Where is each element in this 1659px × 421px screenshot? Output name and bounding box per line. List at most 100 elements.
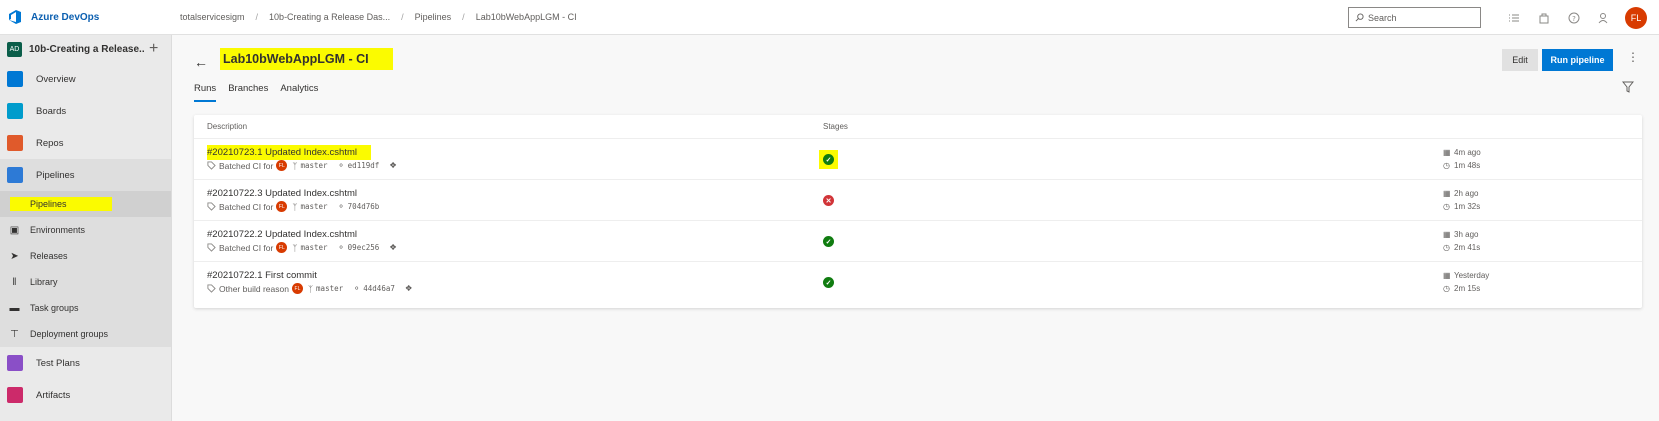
run-title[interactable]: #20210722.1 First commit bbox=[207, 270, 317, 281]
calendar-icon: ▦ bbox=[1443, 271, 1451, 280]
search-input[interactable]: Search bbox=[1348, 7, 1481, 28]
table-row[interactable]: #20210722.2 Updated Index.cshtml Batched… bbox=[194, 221, 1642, 262]
clock-icon: ◷ bbox=[1443, 161, 1450, 170]
breadcrumb-project[interactable]: 10b-Creating a Release Das... bbox=[269, 12, 390, 22]
run-title[interactable]: #20210723.1 Updated Index.cshtml bbox=[207, 145, 371, 160]
commit-hash[interactable]: 44d46a7 bbox=[363, 284, 395, 293]
calendar-icon: ▦ bbox=[1443, 148, 1451, 157]
run-duration: ◷ 1m 48s bbox=[1443, 161, 1480, 170]
settings-list-icon[interactable] bbox=[1499, 12, 1529, 24]
run-duration: ◷ 1m 32s bbox=[1443, 202, 1480, 211]
breadcrumb-org[interactable]: totalservicesigm bbox=[180, 12, 245, 22]
test-plans-icon bbox=[7, 355, 23, 371]
run-reason: Batched CI for bbox=[219, 160, 274, 171]
branch-name: master bbox=[300, 243, 328, 252]
run-meta: Batched CI for FL ᛉ master ⚬ 704d76b bbox=[207, 201, 379, 212]
sidebar-subitem-label: Task groups bbox=[30, 303, 79, 313]
branch-icon: ᛉ bbox=[292, 160, 298, 171]
sidebar-subitem-label: Deployment groups bbox=[30, 329, 109, 339]
breadcrumb-pipelines[interactable]: Pipelines bbox=[415, 12, 452, 22]
pin-icon[interactable]: ❖ bbox=[389, 160, 397, 171]
overview-icon bbox=[7, 71, 23, 87]
table-row[interactable]: #20210723.1 Updated Index.cshtml Batched… bbox=[194, 139, 1642, 180]
stage-success-icon[interactable]: ✓ bbox=[823, 236, 834, 247]
stage-success-icon[interactable]: ✓ bbox=[823, 154, 834, 165]
sidebar-item-boards[interactable]: Boards bbox=[0, 95, 171, 127]
tab-analytics[interactable]: Analytics bbox=[280, 83, 318, 102]
environments-icon: ▣ bbox=[9, 224, 20, 236]
add-icon[interactable]: + bbox=[149, 40, 158, 58]
avatar: FL bbox=[276, 201, 288, 212]
stage-success-icon[interactable]: ✓ bbox=[823, 277, 834, 288]
pin-icon[interactable]: ❖ bbox=[389, 242, 397, 253]
tab-branches[interactable]: Branches bbox=[228, 83, 268, 102]
tab-runs[interactable]: Runs bbox=[194, 83, 217, 102]
project-selector[interactable]: AD 10b-Creating a Release... + bbox=[0, 35, 171, 63]
run-when: ▦ 4m ago bbox=[1443, 148, 1481, 157]
breadcrumb-pipeline[interactable]: Lab10bWebAppLGM - CI bbox=[476, 12, 577, 22]
sidebar-subitem-releases[interactable]: ➤ Releases bbox=[0, 243, 171, 269]
azure-devops-logo[interactable]: Azure DevOps bbox=[0, 9, 172, 25]
run-duration-text: 1m 48s bbox=[1454, 161, 1481, 170]
sidebar-item-artifacts[interactable]: Artifacts bbox=[0, 379, 171, 411]
artifacts-icon bbox=[7, 387, 23, 403]
run-when-text: 2h ago bbox=[1454, 189, 1479, 198]
commit-hash[interactable]: 09ec256 bbox=[348, 243, 380, 252]
sidebar-item-label: Boards bbox=[36, 105, 67, 117]
run-title[interactable]: #20210722.3 Updated Index.cshtml bbox=[207, 188, 357, 199]
sidebar-item-repos[interactable]: Repos bbox=[0, 127, 171, 159]
sidebar-subitem-deployment-groups[interactable]: ⊤ Deployment groups bbox=[0, 321, 171, 347]
avatar: FL bbox=[276, 242, 288, 253]
back-arrow-icon[interactable]: ← bbox=[194, 54, 208, 70]
tag-icon bbox=[207, 202, 216, 211]
sidebar-item-label: Repos bbox=[36, 137, 64, 149]
brand-name: Azure DevOps bbox=[31, 11, 100, 23]
edit-button[interactable]: Edit bbox=[1502, 49, 1538, 71]
runs-table: Description Stages #20210723.1 Updated I… bbox=[194, 115, 1642, 308]
commit-hash[interactable]: ed119df bbox=[348, 161, 380, 170]
main-content: ← Lab10bWebAppLGM - CI Edit Run pipeline… bbox=[172, 35, 1659, 421]
filter-icon[interactable] bbox=[1621, 81, 1635, 95]
run-reason: Batched CI for bbox=[219, 201, 274, 212]
sidebar-item-pipelines[interactable]: Pipelines bbox=[0, 159, 171, 191]
sidebar-subitem-environments[interactable]: ▣ Environments bbox=[0, 217, 171, 243]
help-icon[interactable]: ? bbox=[1559, 12, 1589, 24]
sidebar-subitem-library[interactable]: ‖ Library bbox=[0, 269, 171, 295]
stage-failed-icon[interactable]: ✕ bbox=[823, 195, 834, 206]
project-badge: AD bbox=[7, 41, 22, 57]
sidebar-subitem-label: Library bbox=[30, 277, 58, 287]
run-duration: ◷ 2m 15s bbox=[1443, 284, 1480, 293]
run-title[interactable]: #20210722.2 Updated Index.cshtml bbox=[207, 229, 357, 240]
run-reason: Batched CI for bbox=[219, 242, 274, 253]
breadcrumb-separator: / bbox=[462, 12, 465, 22]
run-duration-text: 2m 15s bbox=[1454, 284, 1481, 293]
sidebar-item-label: Artifacts bbox=[36, 389, 71, 401]
run-when-text: 3h ago bbox=[1454, 230, 1479, 239]
run-duration: ◷ 2m 41s bbox=[1443, 243, 1480, 252]
run-when-text: Yesterday bbox=[1454, 271, 1490, 280]
run-meta: Batched CI for FL ᛉ master ⚬ 09ec256 ❖ bbox=[207, 242, 400, 253]
user-settings-icon[interactable] bbox=[1589, 12, 1619, 24]
clock-icon: ◷ bbox=[1443, 202, 1450, 211]
pipelines-icon bbox=[7, 167, 23, 183]
clock-icon: ◷ bbox=[1443, 243, 1450, 252]
sidebar-item-test-plans[interactable]: Test Plans bbox=[0, 347, 171, 379]
run-meta: Other build reason FL ᛉ master ⚬ 44d46a7… bbox=[207, 283, 416, 294]
tag-icon bbox=[207, 243, 216, 252]
sidebar-subitem-task-groups[interactable]: ▬ Task groups bbox=[0, 295, 171, 321]
sidebar-subitem-pipelines[interactable]: ▤ Pipelines bbox=[0, 191, 171, 217]
run-pipeline-button[interactable]: Run pipeline bbox=[1542, 49, 1613, 71]
avatar: FL bbox=[291, 283, 303, 294]
marketplace-bag-icon[interactable] bbox=[1529, 12, 1559, 24]
run-when: ▦ 2h ago bbox=[1443, 189, 1478, 198]
commit-hash[interactable]: 704d76b bbox=[348, 202, 380, 211]
pin-icon[interactable]: ❖ bbox=[405, 283, 413, 294]
more-options-icon[interactable]: ⋮ bbox=[1627, 50, 1639, 64]
tag-icon bbox=[207, 284, 216, 293]
sidebar-item-overview[interactable]: Overview bbox=[0, 63, 171, 95]
user-avatar[interactable]: FL bbox=[1625, 6, 1647, 29]
column-description: Description bbox=[207, 122, 248, 131]
clock-icon: ◷ bbox=[1443, 284, 1450, 293]
table-row[interactable]: #20210722.1 First commit Other build rea… bbox=[194, 262, 1642, 303]
table-row[interactable]: #20210722.3 Updated Index.cshtml Batched… bbox=[194, 180, 1642, 221]
